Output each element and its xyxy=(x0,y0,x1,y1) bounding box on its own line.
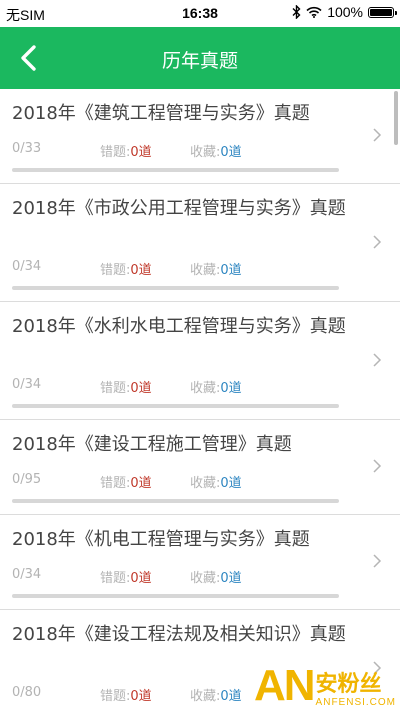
exam-item-title: 2018年《机电工程管理与实务》真题 xyxy=(12,529,310,550)
exam-item-5[interactable]: 2018年《机电工程管理与实务》真题 0/34 错题:0道 收藏:0道 xyxy=(0,515,400,610)
exam-item-progress: 0/33 xyxy=(12,141,42,156)
exam-item-1[interactable]: 2018年《建筑工程管理与实务》真题 0/33 错题:0道 收藏:0道 xyxy=(0,89,400,184)
app-header: 历年真题 xyxy=(0,27,400,89)
watermark-domain: ANFENSI.COM xyxy=(315,697,396,708)
wrong-count: 错题:0道 xyxy=(100,689,152,704)
watermark-logo: AN 安粉丝 ANFENSI.COM xyxy=(253,661,396,710)
exam-item-title: 2018年《水利水电工程管理与实务》真题 xyxy=(12,316,346,337)
progress-bar xyxy=(12,286,339,290)
chevron-right-icon xyxy=(373,459,382,473)
watermark-name: 安粉丝 xyxy=(315,672,382,697)
favorite-count: 收藏:0道 xyxy=(190,381,242,396)
exam-item-progress: 0/34 xyxy=(12,259,42,274)
chevron-right-icon xyxy=(373,353,382,367)
exam-item-progress: 0/80 xyxy=(12,685,42,700)
favorite-count: 收藏:0道 xyxy=(190,571,242,586)
exam-item-4[interactable]: 2018年《建设工程施工管理》真题 0/95 错题:0道 收藏:0道 xyxy=(0,420,400,515)
wrong-count: 错题:0道 xyxy=(100,145,152,160)
wrong-count: 错题:0道 xyxy=(100,263,152,278)
status-bar: 无SIM 16:38 100% xyxy=(0,0,400,27)
exam-item-progress: 0/34 xyxy=(12,567,42,582)
favorite-count: 收藏:0道 xyxy=(190,145,242,160)
bluetooth-icon xyxy=(292,5,301,19)
exam-item-3[interactable]: 2018年《水利水电工程管理与实务》真题 0/34 错题:0道 收藏:0道 xyxy=(0,302,400,420)
chevron-right-icon xyxy=(373,128,382,142)
favorite-count: 收藏:0道 xyxy=(190,689,242,704)
exam-item-title: 2018年《建筑工程管理与实务》真题 xyxy=(12,103,310,124)
progress-bar xyxy=(12,404,339,408)
exam-item-title: 2018年《建设工程法规及相关知识》真题 xyxy=(12,624,346,645)
wifi-icon xyxy=(306,6,322,18)
progress-bar xyxy=(12,168,339,172)
exam-list: 2018年《建筑工程管理与实务》真题 0/33 错题:0道 收藏:0道 2018… xyxy=(0,89,400,711)
wrong-count: 错题:0道 xyxy=(100,571,152,586)
battery-icon xyxy=(368,6,397,18)
chevron-right-icon xyxy=(373,235,382,249)
exam-item-title: 2018年《建设工程施工管理》真题 xyxy=(12,434,292,455)
exam-item-progress: 0/95 xyxy=(12,472,42,487)
exam-item-title: 2018年《市政公用工程管理与实务》真题 xyxy=(12,198,346,219)
wrong-count: 错题:0道 xyxy=(100,381,152,396)
progress-bar xyxy=(12,594,339,598)
wrong-count: 错题:0道 xyxy=(100,476,152,491)
watermark-an: AN xyxy=(253,661,316,710)
chevron-right-icon xyxy=(373,554,382,568)
favorite-count: 收藏:0道 xyxy=(190,263,242,278)
page-title: 历年真题 xyxy=(161,50,238,72)
exam-item-progress: 0/34 xyxy=(12,377,42,392)
status-indicators: 100% xyxy=(292,4,397,20)
scrollbar[interactable] xyxy=(394,91,398,145)
exam-item-2[interactable]: 2018年《市政公用工程管理与实务》真题 0/34 错题:0道 收藏:0道 xyxy=(0,184,400,302)
battery-percent: 100% xyxy=(327,4,363,20)
progress-bar xyxy=(12,499,339,503)
favorite-count: 收藏:0道 xyxy=(190,476,242,491)
